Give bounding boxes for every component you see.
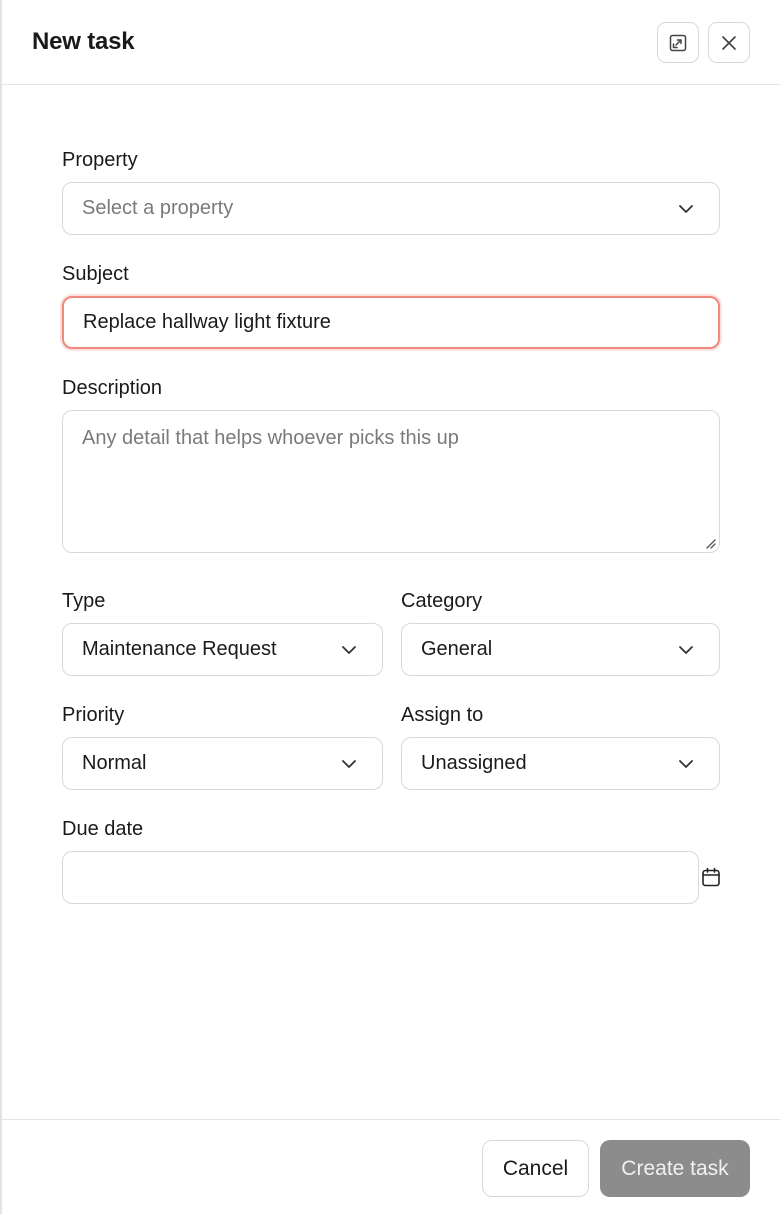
assign-to-label: Assign to <box>401 704 484 726</box>
new-task-panel: New task Property Select a property Subj… <box>0 0 780 1214</box>
close-icon <box>722 35 736 50</box>
cancel-button[interactable]: Cancel <box>482 1140 589 1197</box>
chevron-down-icon <box>342 760 356 768</box>
subject-input[interactable]: Replace hallway light fixture <box>62 296 720 349</box>
type-label: Type <box>62 590 106 612</box>
description-textarea[interactable]: Any detail that helps whoever picks this… <box>62 410 720 553</box>
type-value: Maintenance Request <box>82 638 277 660</box>
panel-header: New task <box>2 0 780 85</box>
chevron-down-icon <box>679 646 693 654</box>
expand-button[interactable] <box>657 22 699 63</box>
priority-select[interactable]: Normal <box>62 737 383 790</box>
calendar-icon[interactable] <box>700 866 722 888</box>
category-label: Category <box>401 590 483 612</box>
description-label: Description <box>62 377 163 399</box>
create-task-button[interactable]: Create task <box>600 1140 750 1197</box>
priority-value: Normal <box>82 752 147 774</box>
page-title: New task <box>32 28 135 55</box>
subject-value: Replace hallway light fixture <box>83 311 331 333</box>
type-select[interactable]: Maintenance Request <box>62 623 383 676</box>
category-select[interactable]: General <box>401 623 720 676</box>
panel-footer: Cancel Create task <box>2 1119 780 1214</box>
due-date-label: Due date <box>62 818 144 840</box>
assign-to-select[interactable]: Unassigned <box>401 737 720 790</box>
chevron-down-icon <box>679 760 693 768</box>
due-date-input[interactable] <box>62 851 699 904</box>
property-placeholder: Select a property <box>82 197 234 219</box>
category-value: General <box>421 638 493 660</box>
chevron-down-icon <box>342 646 356 654</box>
property-select[interactable]: Select a property <box>62 182 720 235</box>
description-placeholder: Any detail that helps whoever picks this… <box>82 427 459 449</box>
assign-to-value: Unassigned <box>421 752 527 774</box>
resize-handle-icon[interactable] <box>704 537 716 549</box>
property-label: Property <box>62 149 138 171</box>
chevron-down-icon <box>679 205 693 213</box>
close-button[interactable] <box>708 22 750 63</box>
expand-icon <box>669 34 687 51</box>
subject-label: Subject <box>62 263 129 285</box>
priority-label: Priority <box>62 704 125 726</box>
